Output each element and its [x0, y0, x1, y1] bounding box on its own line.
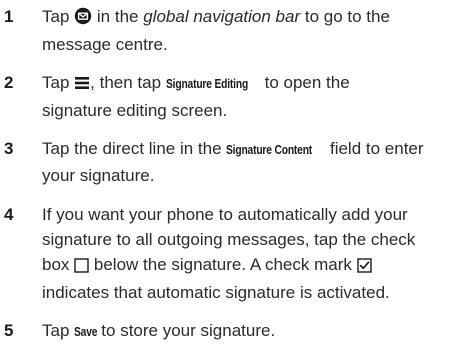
step-line: message centre.: [42, 35, 168, 54]
message-centre-icon: [74, 7, 92, 32]
text-segment: below the signature. A check mark: [93, 255, 352, 274]
step-3: 3 Tap the direct line in the Signature C…: [0, 136, 465, 186]
step-line: signature to all outgoing messages, tap …: [42, 230, 416, 249]
text-segment: , then tap: [90, 73, 162, 92]
text-segment: field to enter: [329, 139, 424, 158]
step-line: Tap , then tap Signature Editing to open…: [42, 70, 462, 98]
text-segment: to go to the: [304, 7, 390, 26]
step-4: 4 If you want your phone to automaticall…: [0, 202, 465, 302]
text-segment: to store your signature.: [101, 321, 276, 340]
step-line: box below the signature. A check mark: [42, 252, 462, 280]
text-segment: Tap: [42, 321, 70, 340]
italic-term: global navigation bar: [143, 7, 301, 26]
step-number: 4: [4, 205, 14, 224]
text-segment: box: [42, 255, 70, 274]
step-text: Tap in the global navigation bar to go t…: [42, 4, 462, 57]
step-line: indicates that automatic signature is ac…: [42, 283, 390, 302]
step-number: 3: [4, 139, 14, 158]
step-line: Tap Save to store your signature.: [42, 318, 462, 345]
text-segment: to open the: [264, 73, 350, 92]
step-text: Tap the direct line in the Signature Con…: [42, 136, 462, 188]
checked-checkbox-icon: [356, 255, 372, 280]
step-number: 1: [4, 7, 14, 26]
menu-icon: [74, 73, 90, 98]
step-line: If you want your phone to automatically …: [42, 205, 408, 224]
step-text: Tap , then tap Signature Editing to open…: [42, 70, 462, 123]
step-line: Tap the direct line in the Signature Con…: [42, 136, 462, 163]
step-line: signature editing screen.: [42, 101, 228, 120]
step-line: your signature.: [42, 166, 155, 185]
text-segment: Tap: [42, 73, 70, 92]
step-line: Tap in the global navigation bar to go t…: [42, 4, 462, 32]
ui-label-save: Save: [74, 325, 98, 339]
step-number: 5: [4, 321, 14, 340]
ui-label-signature-editing: Signature Editing: [165, 77, 248, 91]
step-text: If you want your phone to automatically …: [42, 202, 462, 305]
text-segment: in the: [96, 7, 139, 26]
ui-label-signature-content: Signature Content: [226, 143, 313, 157]
empty-checkbox-icon: [74, 255, 89, 280]
step-2: 2 Tap , then tap Signature Editing to op…: [0, 70, 465, 120]
step-5: 5 Tap Save to store your signature.: [0, 318, 465, 344]
text-segment: Tap: [42, 7, 70, 26]
step-number: 2: [4, 73, 14, 92]
step-text: Tap Save to store your signature.: [42, 318, 462, 345]
step-1: 1 Tap in the global navigation bar to go…: [0, 4, 465, 54]
text-segment: Tap the direct line in the: [42, 139, 222, 158]
